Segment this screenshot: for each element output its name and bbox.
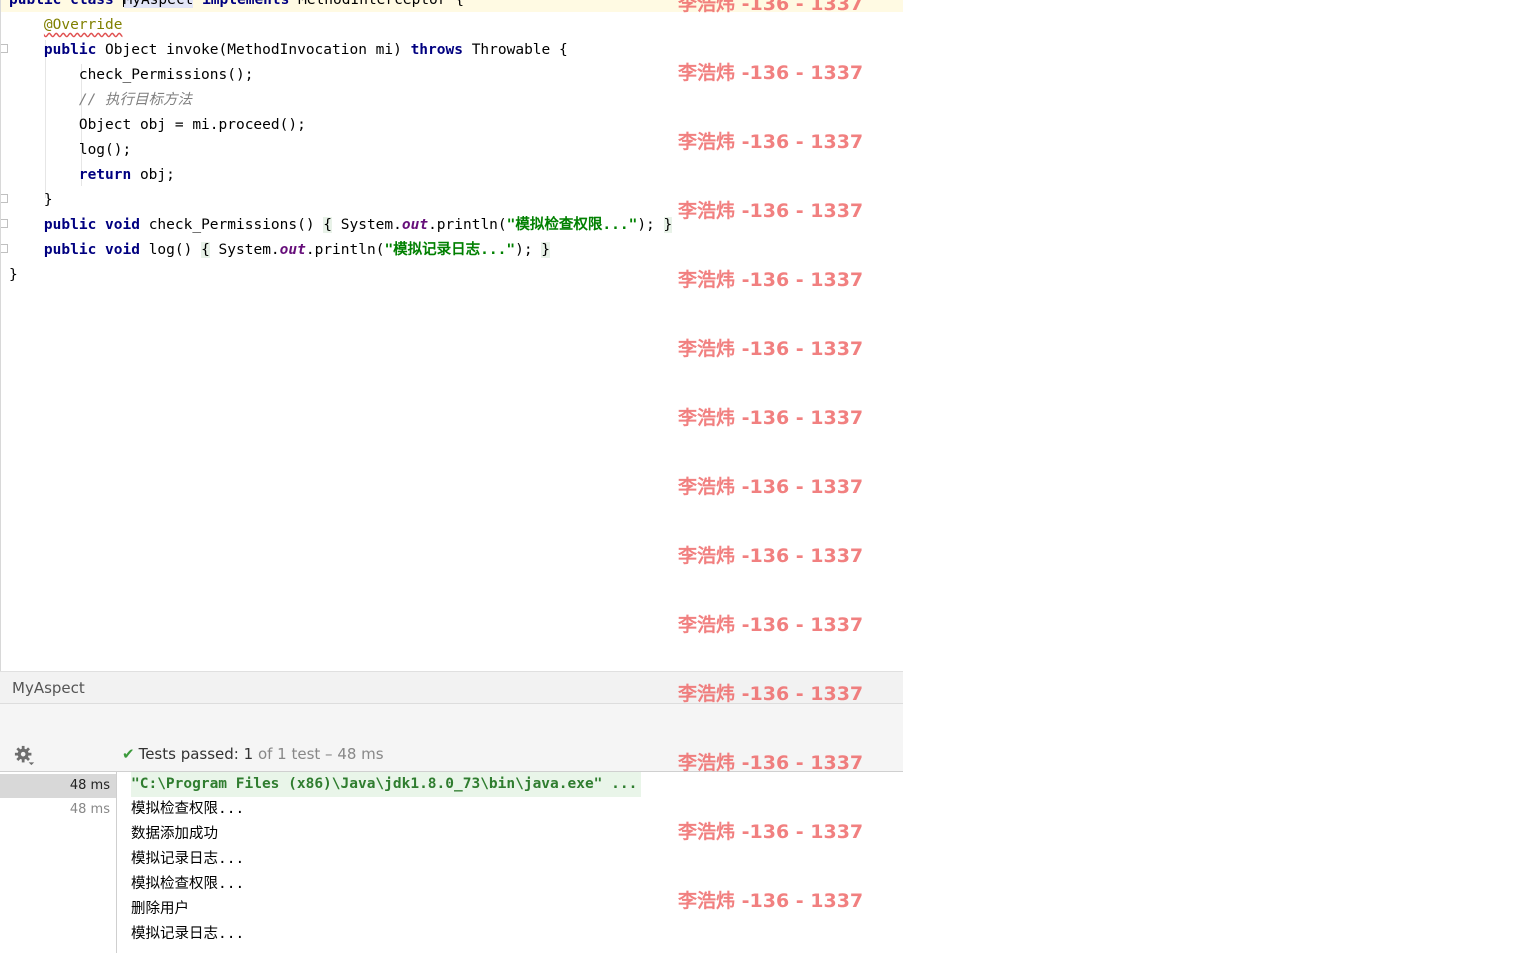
console-line: 模拟记录日志... xyxy=(131,851,245,867)
code-token: public class xyxy=(9,0,123,8)
code-token: "模拟检查权限..." xyxy=(506,217,638,233)
code-token: .println( xyxy=(305,242,385,258)
check-icon: ✔ xyxy=(122,745,135,763)
code-token: check_Permissions() xyxy=(148,217,324,233)
code-token: check_Permissions(); xyxy=(9,67,254,83)
code-token: @Override xyxy=(43,17,123,33)
code-token: return xyxy=(78,167,140,183)
test-status: ✔ Tests passed: 1 of 1 test – 48 ms xyxy=(122,744,384,764)
code-token: { xyxy=(201,242,210,258)
code-token: // 执行目标方法 xyxy=(78,92,193,108)
watermark-text: 李浩炜 -136 - 1337 xyxy=(678,683,864,705)
code-token: log(); xyxy=(9,142,132,158)
gear-icon[interactable] xyxy=(14,745,36,767)
code-line: public class MyAspect implements MethodI… xyxy=(9,0,464,13)
test-tree-row[interactable]: 48 ms xyxy=(0,774,116,798)
code-token: ); xyxy=(637,217,664,233)
watermark-text: 李浩炜 -136 - 1337 xyxy=(678,752,864,774)
console-line: 模拟记录日志... xyxy=(131,926,245,942)
code-line: public Object invoke(MethodInvocation mi… xyxy=(9,38,568,63)
code-line: log(); xyxy=(9,138,131,163)
code-token: log() xyxy=(148,242,202,258)
fold-marker[interactable] xyxy=(1,244,8,253)
code-token: } xyxy=(541,242,551,258)
code-line: @Override xyxy=(9,13,123,38)
code-line: Object obj = mi.proceed(); xyxy=(9,113,306,138)
watermark-text: 李浩炜 -136 - 1337 xyxy=(678,338,864,360)
code-token: ); xyxy=(515,242,542,258)
code-line: public void log() { System.out.println("… xyxy=(9,238,551,263)
console-line: 模拟检查权限... xyxy=(131,801,245,817)
console-command-line: "C:\Program Files (x86)\Java\jdk1.8.0_73… xyxy=(131,772,642,797)
code-token: Throwable { xyxy=(471,42,568,58)
code-line: // 执行目标方法 xyxy=(9,88,192,113)
code-token: public void xyxy=(43,217,149,233)
status-label: Tests passed: xyxy=(138,745,244,763)
status-detail: of 1 test – 48 ms xyxy=(253,745,384,763)
code-token: } xyxy=(9,192,53,208)
code-token: System. xyxy=(209,242,280,258)
code-token: .println( xyxy=(428,217,507,233)
watermark-text: 李浩炜 -136 - 1337 xyxy=(678,200,864,222)
fold-marker[interactable] xyxy=(1,194,8,203)
watermark-text: 李浩炜 -136 - 1337 xyxy=(678,62,864,84)
run-tab-title[interactable]: MyAspect xyxy=(12,678,85,698)
code-line: } xyxy=(9,263,18,288)
watermark-text: 李浩炜 -136 - 1337 xyxy=(678,407,864,429)
code-line: check_Permissions(); xyxy=(9,63,254,88)
code-token: implements xyxy=(193,0,299,8)
code-token: Object obj = mi.proceed(); xyxy=(9,117,306,133)
watermark-text: 李浩炜 -136 - 1337 xyxy=(678,0,864,15)
code-token: { xyxy=(323,217,333,233)
status-passed-count: 1 xyxy=(243,745,254,763)
fold-marker[interactable] xyxy=(1,44,8,53)
code-token: MethodInterceptor { xyxy=(298,0,464,8)
code-line: return obj; xyxy=(9,163,175,188)
code-token: out xyxy=(279,242,306,258)
test-tree-row[interactable]: 48 ms xyxy=(0,798,116,822)
watermark-text: 李浩炜 -136 - 1337 xyxy=(678,269,864,291)
code-token: public void xyxy=(43,242,149,258)
code-token: throws xyxy=(410,42,472,58)
code-token: Object invoke(MethodInvocation mi) xyxy=(105,42,411,58)
code-line: public void check_Permissions() { System… xyxy=(9,213,673,238)
watermark-text: 李浩炜 -136 - 1337 xyxy=(678,821,864,843)
console-output[interactable]: "C:\Program Files (x86)\Java\jdk1.8.0_73… xyxy=(117,772,903,953)
code-token: } xyxy=(9,267,18,283)
console-line: 删除用户 xyxy=(131,901,189,917)
code-token: out xyxy=(401,217,429,233)
watermark-text: 李浩炜 -136 - 1337 xyxy=(678,476,864,498)
code-token: "模拟记录日志..." xyxy=(384,242,516,258)
console-line: 数据添加成功 xyxy=(131,826,218,842)
code-token: System. xyxy=(332,217,402,233)
run-panel-header xyxy=(0,703,903,738)
code-token: } xyxy=(663,217,673,233)
code-editor[interactable]: public class MyAspect implements MethodI… xyxy=(0,0,903,671)
code-token: public xyxy=(43,42,106,58)
fold-marker[interactable] xyxy=(1,219,8,228)
watermark-text: 李浩炜 -136 - 1337 xyxy=(678,614,864,636)
watermark-text: 李浩炜 -136 - 1337 xyxy=(678,545,864,567)
watermark-text: 李浩炜 -136 - 1337 xyxy=(678,890,864,912)
test-tree: 48 ms 48 ms xyxy=(0,772,117,953)
console-line: 模拟检查权限... xyxy=(131,876,245,892)
code-token: obj; xyxy=(139,167,175,183)
code-line: } xyxy=(9,188,53,213)
watermark-text: 李浩炜 -136 - 1337 xyxy=(678,131,864,153)
code-token: MyAspect xyxy=(123,0,194,8)
